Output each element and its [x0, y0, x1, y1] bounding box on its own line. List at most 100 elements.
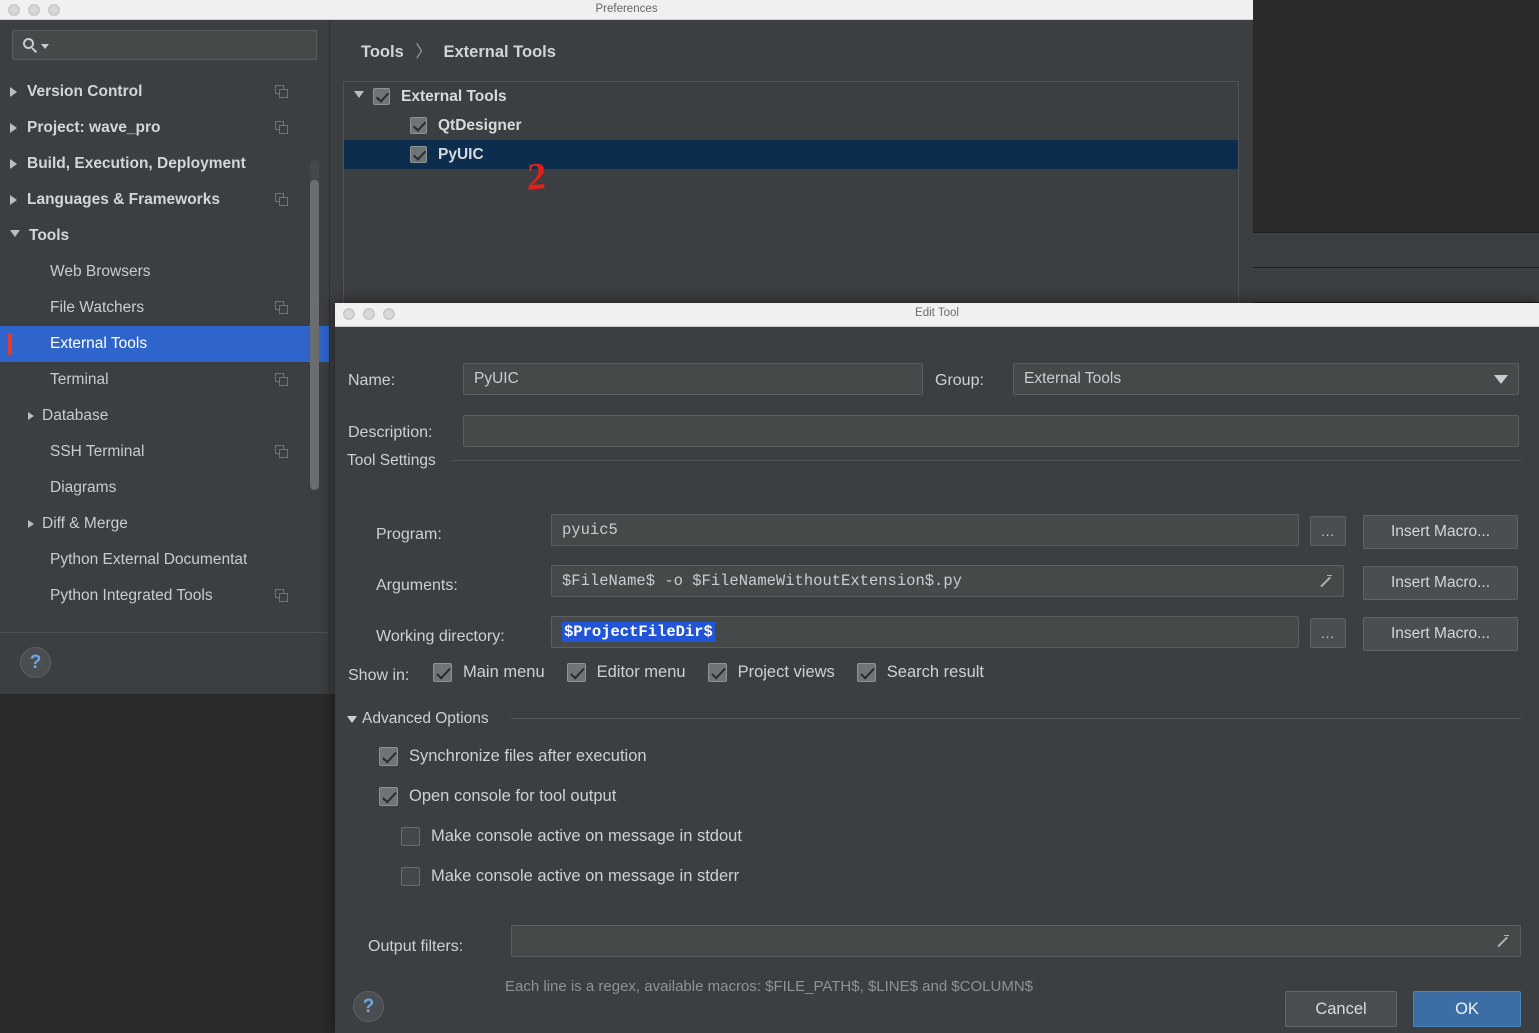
description-field[interactable]	[463, 415, 1519, 447]
sidebar-item-tools[interactable]: Tools	[0, 218, 329, 254]
checkbox[interactable]	[401, 867, 420, 886]
sidebar-item-label: Languages & Frameworks	[27, 191, 220, 208]
copy-icon[interactable]	[275, 589, 289, 603]
advanced-option[interactable]: Open console for tool output	[379, 787, 742, 806]
show-in-option-label: Project views	[737, 663, 835, 681]
checkbox[interactable]	[401, 827, 420, 846]
tree-row[interactable]: External Tools	[344, 82, 1238, 111]
sidebar-item-web-browsers[interactable]: Web Browsers	[0, 254, 329, 290]
search-input[interactable]	[12, 30, 317, 60]
working-directory-field[interactable]: $ProjectFileDir$	[551, 616, 1299, 648]
sidebar-item-label: Diagrams	[50, 479, 117, 496]
show-in-option[interactable]: Search result	[856, 663, 984, 682]
breadcrumb: Tools 〉 External Tools	[361, 38, 556, 62]
chevron-right-icon[interactable]	[28, 412, 34, 420]
advanced-options-legend: Advanced Options	[362, 710, 489, 727]
advanced-option[interactable]: Make console active on message in stderr	[401, 867, 742, 886]
sidebar-item-terminal[interactable]: Terminal	[0, 362, 329, 398]
sidebar-item-database[interactable]: Database	[0, 398, 329, 434]
ok-button[interactable]: OK	[1413, 991, 1521, 1027]
sidebar-item-label: Version Control	[27, 83, 143, 100]
working-directory-browse-button[interactable]: ...	[1310, 618, 1346, 648]
tree-checkbox[interactable]	[410, 117, 427, 134]
program-browse-button[interactable]: ...	[1310, 516, 1346, 546]
help-icon[interactable]: ?	[353, 991, 384, 1022]
tree-checkbox[interactable]	[410, 146, 427, 163]
sidebar-item-python-integrated-tools[interactable]: Python Integrated Tools	[0, 578, 329, 614]
copy-icon[interactable]	[275, 121, 289, 135]
checkbox[interactable]	[379, 747, 398, 766]
help-icon[interactable]: ?	[20, 647, 51, 678]
chevron-right-icon[interactable]	[28, 520, 34, 528]
checkbox[interactable]	[379, 787, 398, 806]
chevron-right-icon[interactable]	[10, 195, 17, 205]
show-in-option[interactable]: Editor menu	[566, 663, 686, 682]
sidebar-item-diff-merge[interactable]: Diff & Merge	[0, 506, 329, 542]
sidebar-item-label: Python External Documentat	[50, 551, 248, 568]
search-icon	[23, 37, 38, 53]
copy-icon[interactable]	[275, 445, 289, 459]
sidebar-scrollbar-thumb[interactable]	[310, 180, 319, 490]
tool-settings-legend: Tool Settings	[347, 452, 436, 469]
sidebar-item-project-wave-pro[interactable]: Project: wave_pro	[0, 110, 329, 146]
name-field[interactable]: PyUIC	[463, 363, 923, 395]
chevron-right-icon[interactable]	[10, 159, 17, 169]
ide-strip-upper	[1253, 233, 1539, 267]
advanced-option[interactable]: Synchronize files after execution	[379, 747, 742, 766]
sidebar-item-python-external-documentat[interactable]: Python External Documentat	[0, 542, 329, 578]
checkbox[interactable]	[856, 663, 876, 682]
advanced-options-list: Synchronize files after execution Open co…	[379, 747, 742, 907]
search-wrapper	[0, 20, 329, 68]
chevron-right-icon[interactable]	[10, 87, 17, 97]
advanced-option-label: Synchronize files after execution	[409, 747, 647, 765]
tree-checkbox[interactable]	[373, 88, 390, 105]
sidebar-item-file-watchers[interactable]: File Watchers	[0, 290, 329, 326]
sidebar-item-label: SSH Terminal	[50, 443, 145, 460]
arguments-value: $FileName$ -o $FileNameWithoutExtension$…	[562, 572, 962, 590]
copy-icon[interactable]	[275, 193, 289, 207]
chevron-down-icon[interactable]	[10, 230, 20, 242]
chevron-right-icon[interactable]	[10, 123, 17, 133]
checkbox[interactable]	[566, 663, 586, 682]
show-in-option[interactable]: Project views	[707, 663, 835, 682]
expand-icon[interactable]	[1318, 574, 1333, 589]
sidebar-item-label: File Watchers	[50, 299, 145, 316]
copy-icon[interactable]	[275, 85, 289, 99]
chevron-down-icon	[347, 715, 357, 723]
copy-icon[interactable]	[275, 373, 289, 387]
output-filters-label: Output filters:	[368, 938, 464, 955]
sidebar-item-build-execution-deployment[interactable]: Build, Execution, Deployment	[0, 146, 329, 182]
window-title: Preferences	[595, 3, 658, 15]
group-label: Group:	[935, 372, 984, 389]
chevron-down-icon[interactable]	[354, 90, 364, 103]
tree-row-label: PyUIC	[438, 145, 484, 163]
breadcrumb-root[interactable]: Tools	[361, 43, 404, 61]
chevron-down-icon	[41, 43, 49, 49]
show-in-option-label: Main menu	[463, 663, 545, 681]
cancel-button[interactable]: Cancel	[1285, 991, 1397, 1027]
checkbox[interactable]	[707, 663, 727, 682]
copy-icon[interactable]	[275, 301, 289, 315]
show-in-option-label: Editor menu	[596, 663, 686, 681]
sidebar-item-languages-frameworks[interactable]: Languages & Frameworks	[0, 182, 329, 218]
sidebar-item-diagrams[interactable]: Diagrams	[0, 470, 329, 506]
working-directory-insert-macro-button[interactable]: Insert Macro...	[1363, 617, 1518, 651]
tree-row[interactable]: PyUIC	[344, 140, 1238, 169]
advanced-option[interactable]: Make console active on message in stdout	[401, 827, 742, 846]
sidebar-item-ssh-terminal[interactable]: SSH Terminal	[0, 434, 329, 470]
checkbox[interactable]	[433, 663, 452, 682]
program-field[interactable]: pyuic5	[551, 514, 1299, 546]
arguments-field[interactable]: $FileName$ -o $FileNameWithoutExtension$…	[551, 565, 1344, 597]
output-filters-field[interactable]	[511, 925, 1521, 957]
group-select[interactable]: External Tools	[1013, 363, 1519, 395]
sidebar-item-label: Project: wave_pro	[27, 119, 161, 136]
program-insert-macro-button[interactable]: Insert Macro...	[1363, 515, 1518, 549]
screen-root: Preferences Version Control Project: wave…	[0, 0, 1539, 1033]
arguments-insert-macro-button[interactable]: Insert Macro...	[1363, 566, 1518, 600]
sidebar-item-version-control[interactable]: Version Control	[0, 74, 329, 110]
tree-row[interactable]: QtDesigner	[344, 111, 1238, 140]
expand-icon[interactable]	[1495, 934, 1510, 949]
sidebar-item-external-tools[interactable]: External Tools	[0, 326, 329, 362]
show-in-option[interactable]: Main menu	[433, 663, 545, 682]
advanced-options-toggle[interactable]: Advanced Options	[347, 710, 489, 728]
